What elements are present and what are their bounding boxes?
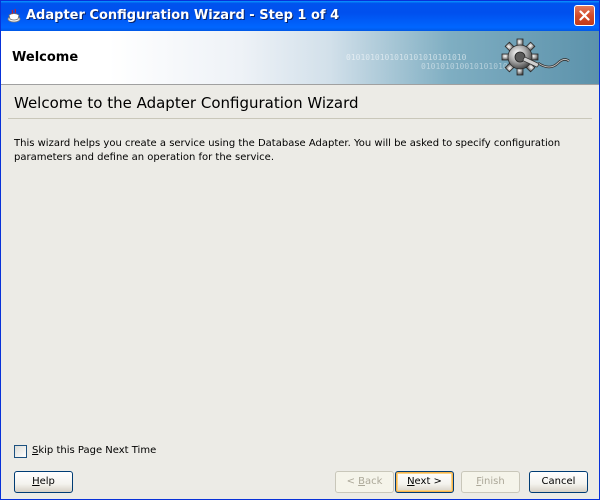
step-title: Welcome (12, 50, 79, 65)
close-icon (579, 10, 590, 21)
finish-button[interactable]: Finish (461, 471, 520, 493)
back-label: ack (365, 476, 383, 487)
finish-label: inish (481, 476, 505, 487)
page-heading: Welcome to the Adapter Configuration Wiz… (14, 94, 359, 112)
close-button[interactable] (574, 5, 595, 26)
wizard-content: Welcome to the Adapter Configuration Wiz… (1, 85, 599, 499)
app-cup-icon (6, 8, 22, 24)
back-button[interactable]: < Back (335, 471, 394, 493)
binary-decoration: 0101010101010101010101010 (346, 53, 467, 62)
help-button[interactable]: Help (14, 471, 73, 493)
back-mnemonic: B (358, 476, 365, 487)
wizard-description: This wizard helps you create a service u… (14, 138, 561, 163)
back-arrow: < (346, 476, 359, 487)
skip-page-checkbox[interactable] (14, 445, 27, 458)
wizard-window: Adapter Configuration Wizard - Step 1 of… (0, 0, 600, 500)
heading-divider (8, 118, 592, 119)
next-button[interactable]: Next > (395, 471, 454, 493)
skip-label-text: kip this Page Next Time (38, 445, 157, 456)
next-mnemonic: N (407, 476, 415, 487)
binary-decoration-2: 010101010010101010 (421, 62, 508, 71)
help-mnemonic: H (32, 476, 40, 487)
help-label: elp (39, 476, 55, 487)
cancel-button[interactable]: Cancel (529, 471, 588, 493)
gear-plug-icon (498, 33, 570, 83)
wizard-header-banner: Welcome 0101010101010101010101010 010101… (1, 31, 599, 85)
window-title: Adapter Configuration Wizard - Step 1 of… (26, 8, 340, 23)
title-bar[interactable]: Adapter Configuration Wizard - Step 1 of… (1, 1, 599, 31)
skip-page-label[interactable]: Skip this Page Next Time (32, 445, 156, 456)
next-label: ext > (414, 476, 442, 487)
